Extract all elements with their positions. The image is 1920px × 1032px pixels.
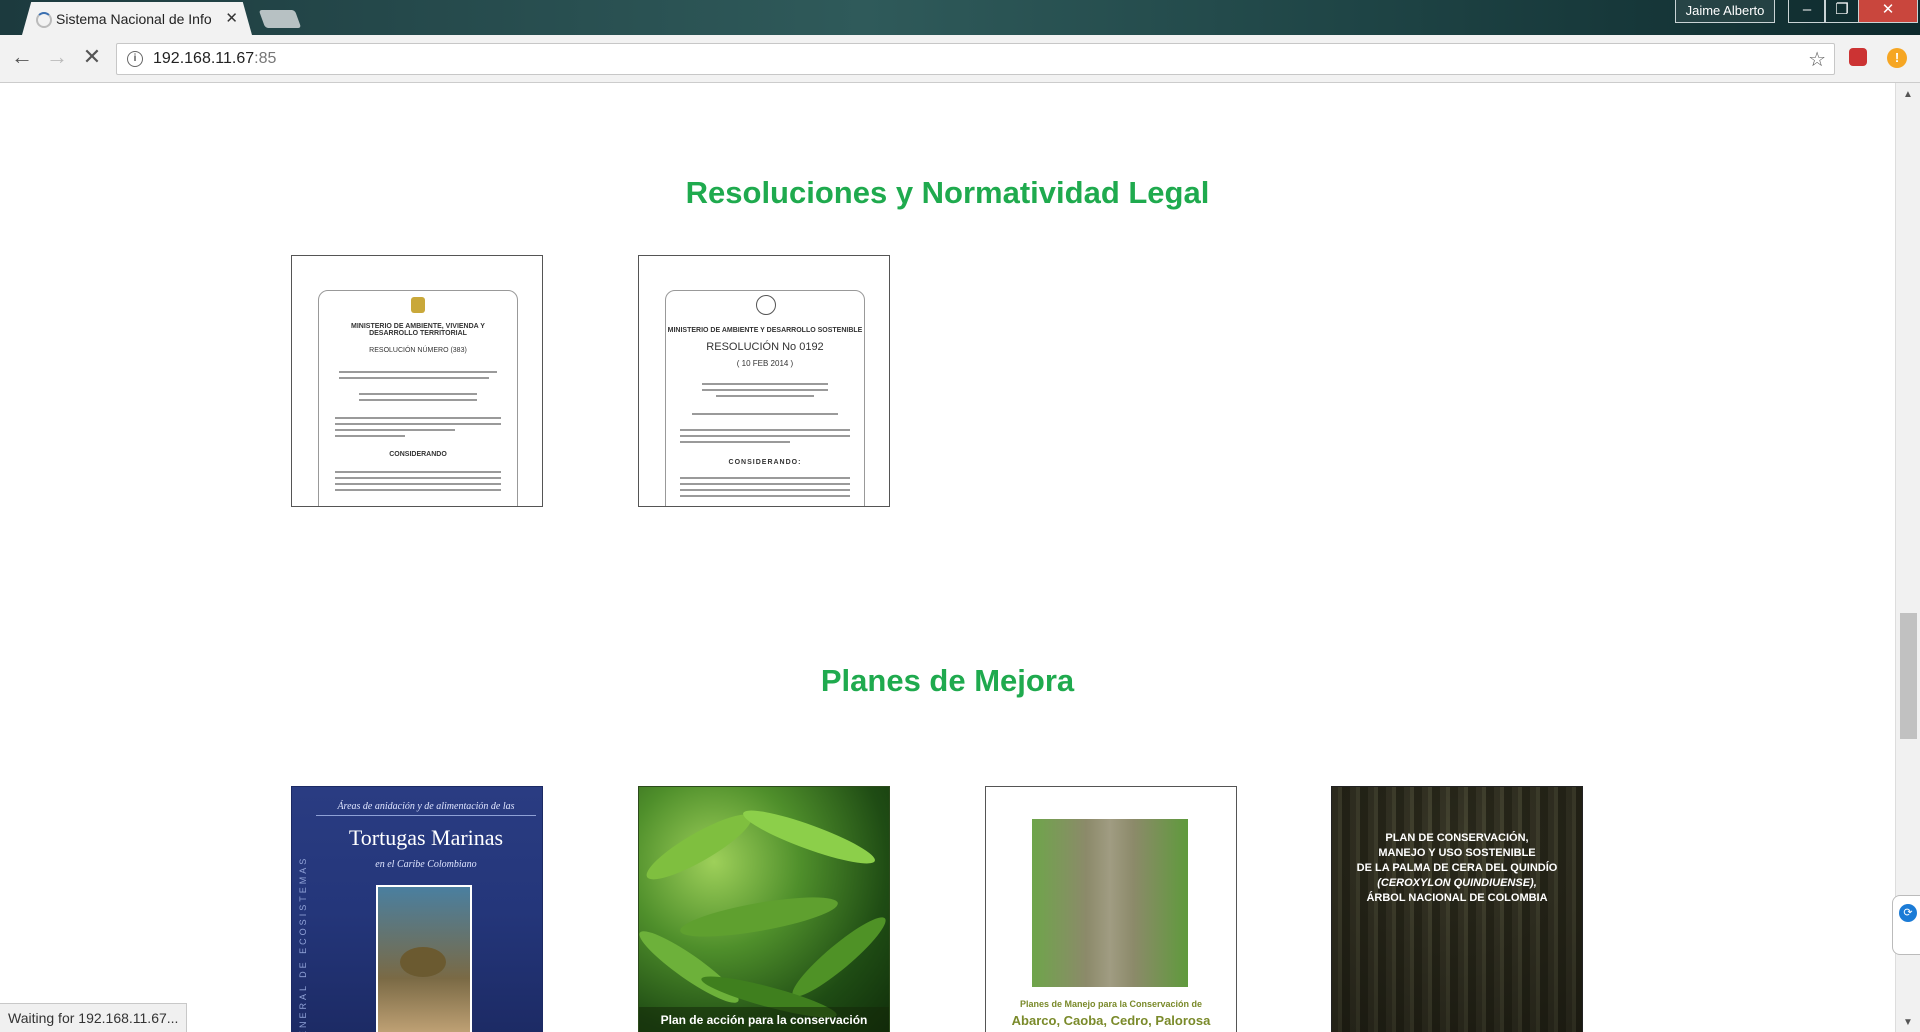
plan-cover-accion[interactable]: Plan de acción para la conservación xyxy=(638,786,890,1032)
doc-date: ( 10 FEB 2014 ) xyxy=(736,359,794,368)
doc-header: MINISTERIO DE AMBIENTE Y DESARROLLO SOST… xyxy=(667,327,863,334)
remote-support-icon[interactable]: ⟳ xyxy=(1899,904,1917,922)
page-scrollbar[interactable]: ▲ ▼ xyxy=(1895,83,1920,1032)
cover-bottom-text: Plan de acción para la conservación xyxy=(660,1013,868,1027)
close-window-button[interactable]: ✕ xyxy=(1858,0,1918,23)
bookmark-star-icon[interactable]: ☆ xyxy=(1808,47,1826,72)
section-title-planes: Planes de Mejora xyxy=(820,663,1075,698)
alert-extension-icon[interactable]: ! xyxy=(1887,48,1907,68)
coat-of-arms-icon xyxy=(411,297,425,313)
cover-side-text: GENERAL DE ECOSISTEMAS xyxy=(298,855,308,1032)
cover-subtitle: en el Caribe Colombiano xyxy=(375,859,477,870)
window-titlebar: Sistema Nacional de Info ✕ Jaime Alberto… xyxy=(0,0,1920,35)
doc-number: RESOLUCIÓN No 0192 xyxy=(706,341,824,353)
doc-section: CONSIDERANDO: xyxy=(728,459,802,466)
status-bubble: Waiting for 192.168.11.67... xyxy=(0,1003,188,1032)
address-bar[interactable]: i 192.168.11.67:85 ☆ xyxy=(116,43,1835,75)
doc-header: MINISTERIO DE AMBIENTE, VIVIENDA Y DESAR… xyxy=(351,323,485,337)
tab-title: Sistema Nacional de Info xyxy=(56,11,212,27)
stop-loading-icon[interactable]: ✕ xyxy=(80,45,104,69)
profile-button[interactable]: Jaime Alberto xyxy=(1675,0,1775,23)
cover-title: PLAN DE CONSERVACIÓN, MANEJO Y USO SOSTE… xyxy=(1342,831,1572,906)
url-text[interactable]: 192.168.11.67:85 xyxy=(153,50,276,68)
back-arrow-icon[interactable]: ← xyxy=(10,45,34,69)
cover-title: Abarco, Caoba, Cedro, Palorosa xyxy=(1011,1013,1211,1028)
browser-toolbar: ← → ✕ i 192.168.11.67:85 ☆ ! xyxy=(0,35,1920,83)
resolution-doc-1[interactable]: MINISTERIO DE AMBIENTE, VIVIENDA Y DESAR… xyxy=(291,255,543,507)
url-port: :85 xyxy=(254,50,277,67)
browser-tab[interactable]: Sistema Nacional de Info ✕ xyxy=(22,2,252,35)
maximize-button[interactable]: ❐ xyxy=(1824,0,1860,23)
minimize-button[interactable]: – xyxy=(1788,0,1826,23)
floating-widget[interactable]: ⟳ xyxy=(1892,895,1920,955)
plan-cover-palma[interactable]: PLAN DE CONSERVACIÓN, MANEJO Y USO SOSTE… xyxy=(1331,786,1583,1032)
new-tab-button[interactable] xyxy=(258,10,302,28)
extension-icon[interactable] xyxy=(1849,48,1867,66)
cover-title-line: MANEJO Y USO SOSTENIBLE xyxy=(1378,847,1536,859)
leaves-illustration xyxy=(639,810,886,1018)
tab-close-icon[interactable]: ✕ xyxy=(225,9,238,27)
cover-caption: Planes de Manejo para la Conservación de xyxy=(1019,999,1203,1009)
forward-arrow-icon[interactable]: → xyxy=(45,45,69,69)
cover-small-title: Áreas de anidación y de alimentación de … xyxy=(337,801,515,812)
plan-cover-abarco[interactable]: Planes de Manejo para la Conservación de… xyxy=(985,786,1237,1032)
site-info-icon[interactable]: i xyxy=(127,51,143,67)
doc-page: MINISTERIO DE AMBIENTE, VIVIENDA Y DESAR… xyxy=(318,290,518,506)
cover-title: Tortugas Marinas xyxy=(348,825,504,850)
resolution-doc-2[interactable]: MINISTERIO DE AMBIENTE Y DESARROLLO SOST… xyxy=(638,255,890,507)
section-title-resoluciones: Resoluciones y Normatividad Legal xyxy=(685,175,1210,210)
seal-icon xyxy=(756,295,776,315)
scroll-down-icon[interactable]: ▼ xyxy=(1903,1017,1913,1028)
doc-page: MINISTERIO DE AMBIENTE Y DESARROLLO SOST… xyxy=(665,290,865,506)
scroll-up-icon[interactable]: ▲ xyxy=(1903,89,1913,100)
doc-section: CONSIDERANDO xyxy=(389,451,447,458)
url-host: 192.168.11.67 xyxy=(153,50,255,67)
doc-number: RESOLUCIÓN NÚMERO (383) xyxy=(369,347,467,354)
scrollbar-thumb[interactable] xyxy=(1900,613,1917,739)
cover-title-line: ÁRBOL NACIONAL DE COLOMBIA xyxy=(1366,892,1548,904)
tree-photo xyxy=(1032,819,1188,987)
plan-cover-tortugas[interactable]: GENERAL DE ECOSISTEMAS Áreas de anidació… xyxy=(291,786,543,1032)
cover-title-line: DE LA PALMA DE CERA DEL QUINDÍO xyxy=(1356,862,1558,874)
turtle-photo xyxy=(376,885,472,1032)
page-content: Resoluciones y Normatividad Legal MINIST… xyxy=(0,83,1895,1032)
loading-spinner-icon xyxy=(36,12,52,28)
cover-title-line: (CEROXYLON QUINDIUENSE), xyxy=(1377,877,1537,889)
cover-title-line: PLAN DE CONSERVACIÓN, xyxy=(1385,832,1529,844)
